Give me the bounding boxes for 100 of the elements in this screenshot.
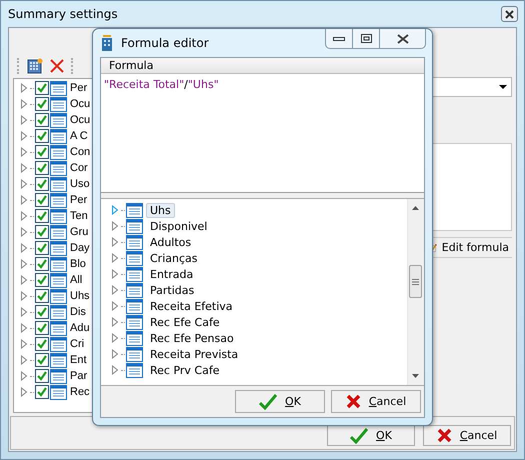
checkbox[interactable] [35,321,49,335]
list-icon [126,282,143,298]
list-icon [50,80,67,96]
list-icon [50,176,67,192]
scroll-down-icon[interactable] [412,374,419,378]
ok-button[interactable]: OK [327,425,415,446]
checkbox[interactable] [35,305,49,319]
list-icon [50,288,67,304]
tree-item[interactable]: Adu [70,322,90,334]
list-icon [50,144,67,160]
list-icon [126,298,143,314]
tree-item[interactable]: A C [70,130,88,142]
calculator-icon[interactable] [27,58,43,74]
checkbox[interactable] [35,273,49,287]
list-icon [50,224,67,240]
field-item[interactable]: Receita Efetiva [146,298,237,314]
checkbox[interactable] [35,113,49,127]
list-icon [50,272,67,288]
ok-button[interactable]: OK [235,390,325,413]
field-item[interactable]: Crianças [146,250,202,266]
tree-item[interactable]: Cri [70,338,84,350]
field-item[interactable]: Partidas [146,282,198,298]
dropdown-arrow-icon [499,85,507,89]
cancel-button[interactable]: Cancel [423,425,511,446]
tree-item[interactable]: Cor [70,162,88,174]
dialog-title: Formula editor [121,36,209,50]
tree-item[interactable]: Per [70,82,88,94]
list-icon [126,234,143,250]
maximize-icon [360,34,372,43]
list-icon [50,256,67,272]
field-item[interactable]: Uhs [146,202,175,218]
close-icon [505,10,514,18]
checkbox[interactable] [35,97,49,111]
checkbox[interactable] [35,209,49,223]
checkbox[interactable] [35,225,49,239]
checkbox[interactable] [35,129,49,143]
list-icon [50,240,67,256]
grip-icon [412,278,419,284]
cross-icon [346,394,361,409]
tree-item[interactable]: Con [70,146,90,158]
tree-item[interactable]: Par [70,370,88,382]
building-icon [101,35,113,51]
formula-editor[interactable]: "Receita Total"/"Uhs" [101,74,424,193]
close-button[interactable] [501,6,518,22]
field-item[interactable]: Entrada [146,266,198,282]
tree-item[interactable]: Uhs [70,290,90,302]
list-icon [50,208,67,224]
formula-text: "Receita Total"/"Uhs" [104,78,219,91]
list-icon [50,112,67,128]
field-item[interactable]: Rec Efe Pensao [146,330,238,346]
scrollbar[interactable] [407,199,424,385]
window-title: Summary settings [8,7,119,21]
field-item[interactable]: Disponivel [146,218,212,234]
tree-item[interactable]: Blo [70,258,86,270]
checkbox[interactable] [35,177,49,191]
tree-item[interactable]: Ent [70,354,87,366]
tree-item[interactable]: Ocu [70,98,90,110]
list-icon [126,314,143,330]
tree-item[interactable]: Ocu [70,114,90,126]
list-icon [50,320,67,336]
tree-item[interactable]: Ten [70,210,88,222]
checkbox[interactable] [35,385,49,399]
cancel-button[interactable]: Cancel [331,390,421,413]
tree-item[interactable]: Rec [70,386,90,398]
field-item[interactable]: Receita Prevista [146,346,242,362]
tree-item[interactable]: Day [70,242,90,254]
list-icon [50,336,67,352]
tree-item[interactable]: Dis [70,306,86,318]
tree-item[interactable]: Uso [70,178,90,190]
tree-item[interactable]: Per [70,194,88,206]
checkbox[interactable] [35,81,49,95]
list-icon [50,96,67,112]
close-icon [396,34,408,44]
field-item[interactable]: Rec Prv Cafe [146,362,224,378]
checkbox[interactable] [35,193,49,207]
scroll-up-icon[interactable] [412,206,419,210]
tree-item[interactable]: Gru [70,226,88,238]
list-icon [50,368,67,384]
list-icon [50,304,67,320]
checkbox[interactable] [35,161,49,175]
list-icon [50,160,67,176]
checkbox[interactable] [35,241,49,255]
list-icon [50,192,67,208]
field-item[interactable]: Rec Efe Cafe [146,314,224,330]
list-icon [126,330,143,346]
checkbox[interactable] [35,289,49,303]
delete-icon[interactable] [49,58,65,74]
cross-icon [436,428,452,443]
list-icon [50,384,67,400]
formula-header: Formula [101,58,424,74]
checkbox[interactable] [35,353,49,367]
field-item[interactable]: Adultos [146,234,196,250]
list-icon [50,128,67,144]
list-icon [126,266,143,282]
tree-item[interactable]: All [70,274,82,286]
list-icon [126,346,143,362]
checkbox[interactable] [35,369,49,383]
checkbox[interactable] [35,145,49,159]
checkbox[interactable] [35,257,49,271]
checkbox[interactable] [35,337,49,351]
